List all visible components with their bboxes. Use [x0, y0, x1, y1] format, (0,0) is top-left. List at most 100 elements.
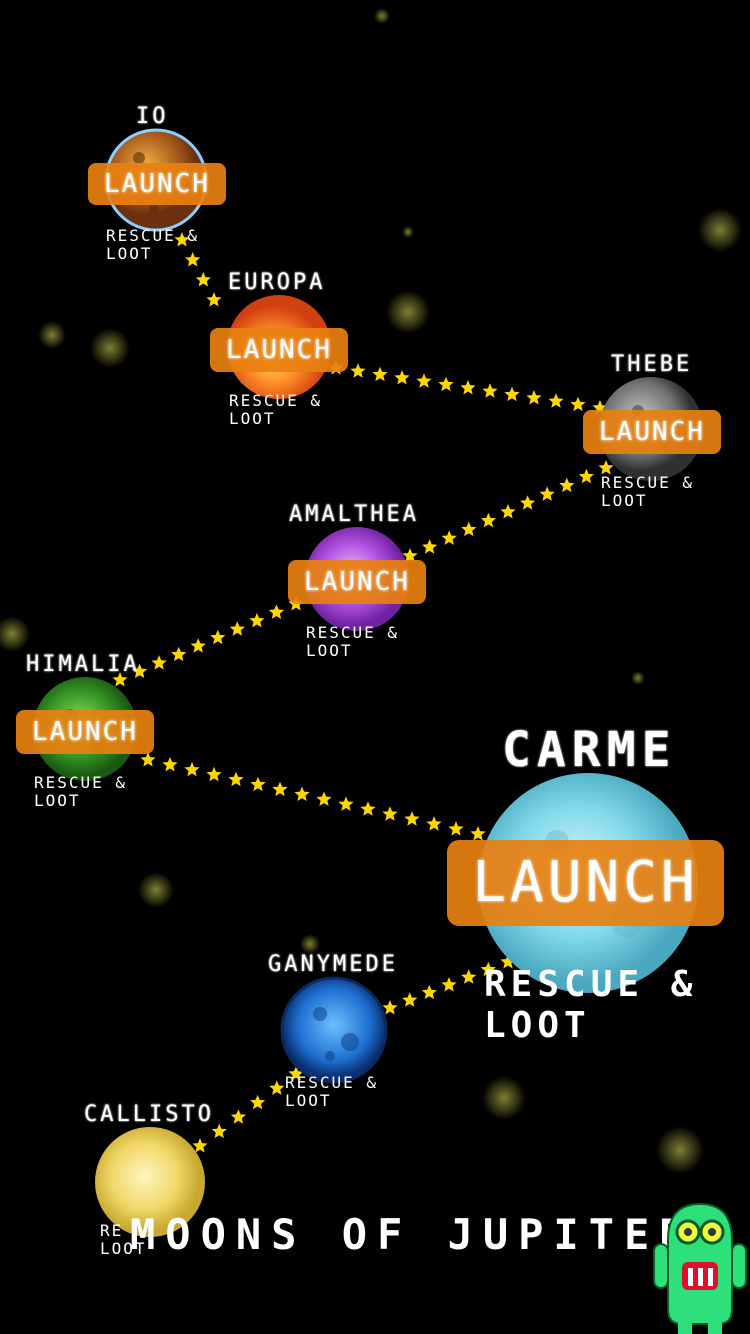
path-star — [228, 771, 244, 787]
path-star — [338, 796, 354, 811]
green-robot-icon[interactable] — [650, 1200, 750, 1334]
path-star — [250, 776, 266, 792]
rescue-text: RESCUE & — [306, 623, 400, 642]
moon-label-thebe: THEBE — [611, 352, 693, 377]
rescue-text: RESCUE & — [285, 1073, 379, 1092]
background-glow — [656, 1126, 704, 1174]
path-star — [382, 806, 398, 821]
background-glow — [0, 616, 30, 652]
launch-button-himalia[interactable]: LAUNCH — [16, 710, 154, 754]
path-star — [229, 621, 245, 636]
path-star — [210, 629, 226, 645]
launch-button-io[interactable]: LAUNCH — [88, 163, 226, 205]
rescue-text: RESCUE & — [484, 964, 698, 1005]
path-star — [461, 969, 477, 984]
path-star — [470, 826, 486, 841]
background-glow — [402, 226, 414, 238]
path-star — [416, 373, 432, 388]
moon-label-io: IO — [136, 104, 169, 129]
path-star — [539, 486, 555, 501]
loot-text: LOOT — [34, 790, 81, 810]
background-glow — [631, 671, 645, 685]
moon-label-ganymede: GANYMEDE — [268, 952, 398, 977]
path-star — [268, 604, 285, 619]
path-star — [360, 801, 376, 816]
loot-text: LOOT — [601, 490, 648, 510]
mission-type-himalia: RESCUE & LOOT — [34, 774, 127, 809]
rescue-text: RESCUE & — [106, 226, 200, 245]
path-star — [480, 512, 496, 528]
path-star — [548, 393, 564, 408]
rescue-text: RESCUE & — [229, 391, 323, 410]
moon-label-callisto: CALLISTO — [84, 1102, 214, 1127]
moon-ganymede-planet[interactable] — [280, 976, 388, 1084]
background-glow — [482, 1076, 526, 1120]
moon-label-europa: EUROPA — [228, 270, 326, 295]
loot-text: LOOT — [106, 243, 153, 263]
path-star — [404, 811, 420, 826]
rescue-text: RESCUE & — [601, 473, 695, 492]
path-star — [372, 366, 388, 382]
path-star — [504, 386, 520, 402]
mission-type-europa: RESCUE & LOOT — [229, 392, 322, 427]
mission-type-amalthea: RESCUE & LOOT — [306, 624, 399, 659]
launch-button-europa[interactable]: LAUNCH — [210, 328, 348, 372]
path-star — [294, 786, 310, 801]
path-star — [151, 655, 167, 670]
path-star — [184, 761, 200, 777]
path-star — [250, 1094, 266, 1110]
path-star — [249, 612, 265, 628]
mission-type-ganymede: RESCUE & LOOT — [285, 1074, 378, 1109]
path-star — [269, 1080, 285, 1095]
loot-text: LOOT — [484, 1005, 591, 1047]
moon-label-amalthea: AMALTHEA — [289, 502, 419, 527]
path-star — [559, 477, 575, 493]
path-star — [441, 530, 457, 545]
path-star — [426, 816, 442, 831]
rescue-text: RE — [100, 1221, 124, 1240]
path-star — [570, 396, 586, 412]
moon-label-himalia: HIMALIA — [26, 652, 140, 677]
path-star — [438, 376, 454, 392]
path-star — [460, 380, 476, 395]
background-glow — [138, 872, 174, 908]
path-star — [206, 766, 222, 782]
path-star — [520, 495, 536, 510]
mission-type-carme: RESCUE & LOOT — [484, 964, 697, 1047]
mission-type-thebe: RESCUE & LOOT — [601, 474, 694, 509]
path-star — [190, 638, 206, 653]
launch-button-thebe[interactable]: LAUNCH — [583, 410, 721, 454]
moon-label-carme: CARME — [502, 722, 677, 778]
loot-text: LOOT — [229, 408, 276, 428]
background-glow — [90, 328, 130, 368]
path-star — [206, 292, 222, 307]
path-star — [272, 781, 288, 797]
path-star — [578, 468, 594, 484]
path-star — [195, 272, 211, 287]
path-star — [422, 539, 438, 554]
background-glow — [38, 321, 66, 349]
path-star — [162, 756, 178, 772]
path-star — [526, 390, 542, 405]
background-glow — [698, 208, 742, 252]
loot-text: LOOT — [306, 640, 353, 660]
rescue-text: RESCUE & — [34, 773, 128, 792]
background-glow — [300, 934, 320, 954]
path-star — [171, 646, 187, 662]
loot-text: LOOT — [285, 1090, 332, 1110]
path-star — [402, 992, 418, 1007]
path-star — [441, 977, 457, 992]
path-star — [482, 383, 498, 398]
path-star — [350, 363, 366, 378]
path-star — [140, 752, 156, 767]
launch-button-amalthea[interactable]: LAUNCH — [288, 560, 426, 604]
mission-type-io: RESCUE & LOOT — [106, 227, 199, 262]
path-star — [394, 370, 410, 385]
path-star — [500, 504, 516, 519]
path-star — [421, 984, 437, 1000]
path-star — [448, 821, 464, 836]
path-star — [316, 791, 332, 806]
path-star — [230, 1109, 246, 1124]
launch-button-carme[interactable]: LAUNCH — [447, 840, 724, 926]
background-glow — [386, 290, 430, 334]
